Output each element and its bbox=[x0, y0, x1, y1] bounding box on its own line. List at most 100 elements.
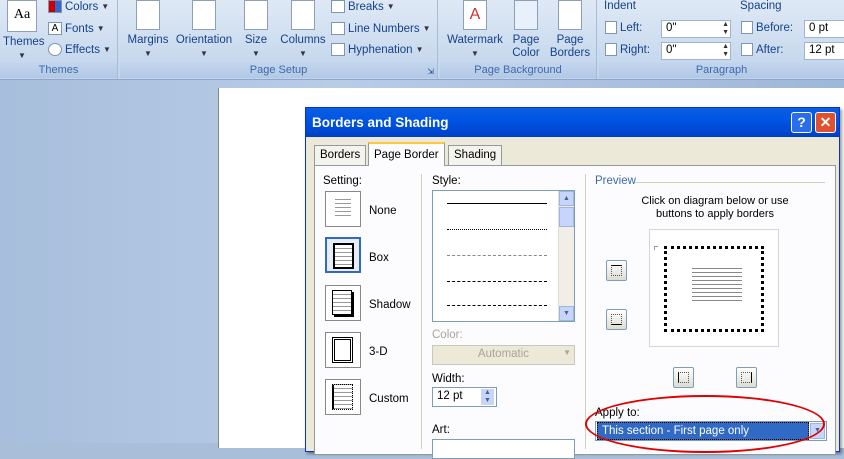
columns-button[interactable]: Columns ▼ bbox=[278, 0, 328, 60]
spacing-heading: Spacing bbox=[740, 0, 782, 12]
watermark-label: Watermark bbox=[447, 34, 503, 46]
indent-left-label: Left: bbox=[605, 21, 642, 34]
divider bbox=[585, 174, 586, 449]
scroll-up-icon[interactable]: ▲ bbox=[559, 191, 574, 206]
preview-text-lines bbox=[692, 268, 742, 302]
page-borders-button[interactable]: Page Borders bbox=[548, 0, 592, 60]
indent-left-input[interactable]: 0" ▲ ▼ bbox=[661, 20, 731, 38]
margins-button[interactable]: Margins ▼ bbox=[125, 0, 171, 60]
right-border-icon bbox=[741, 372, 752, 383]
setting-none[interactable]: None bbox=[369, 205, 397, 217]
right-border-button[interactable] bbox=[736, 367, 757, 388]
orientation-button[interactable]: Orientation ▼ bbox=[172, 0, 236, 60]
chevron-down-icon: ▼ bbox=[18, 51, 26, 60]
dialog-launcher-icon[interactable]: ⇲ bbox=[427, 67, 434, 76]
art-select[interactable] bbox=[432, 439, 575, 459]
effects-button[interactable]: Effects ▼ bbox=[48, 43, 111, 56]
paint-bucket-icon bbox=[514, 0, 538, 30]
dialog-title-bar[interactable]: Borders and Shading ? ✕ bbox=[306, 108, 839, 137]
spinner-icon[interactable]: ▲ ▼ bbox=[722, 43, 729, 59]
indent-left-icon bbox=[605, 21, 617, 34]
setting-custom-icon[interactable] bbox=[325, 379, 361, 415]
colors-button[interactable]: Colors ▼ bbox=[48, 0, 109, 13]
setting-shadow[interactable]: Shadow bbox=[369, 299, 411, 311]
indent-right-input[interactable]: 0" ▲ ▼ bbox=[661, 42, 731, 60]
tab-borders[interactable]: Borders bbox=[314, 145, 367, 165]
scrollbar[interactable]: ▲ ▼ bbox=[558, 191, 574, 321]
hyphenation-label: Hyphenation bbox=[348, 43, 413, 56]
breaks-button[interactable]: Breaks ▼ bbox=[331, 0, 395, 13]
color-select: Automatic ▼ bbox=[432, 345, 575, 365]
fonts-label: Fonts bbox=[65, 22, 94, 35]
watermark-button[interactable]: A Watermark ▼ bbox=[444, 0, 506, 60]
help-button[interactable]: ? bbox=[791, 112, 812, 133]
style-solid[interactable] bbox=[447, 203, 547, 204]
page-borders-icon bbox=[558, 0, 582, 30]
close-button[interactable]: ✕ bbox=[815, 112, 836, 133]
themes-group-label: Themes bbox=[0, 63, 117, 78]
tab-page-border[interactable]: Page Border bbox=[368, 142, 445, 166]
style-small-dash[interactable] bbox=[447, 255, 547, 256]
watermark-icon: A bbox=[463, 0, 487, 30]
top-border-icon bbox=[611, 265, 622, 276]
orientation-label: Orientation bbox=[175, 34, 233, 46]
setting-3d-icon[interactable] bbox=[325, 332, 361, 368]
highlight-circle bbox=[585, 395, 825, 453]
line-numbers-icon bbox=[331, 22, 345, 35]
breaks-icon bbox=[331, 0, 345, 13]
style-list[interactable]: ▲ ▼ bbox=[432, 190, 575, 322]
spacing-before-input[interactable]: 0 pt bbox=[804, 20, 844, 38]
style-long-dash[interactable] bbox=[447, 305, 547, 306]
indent-right-icon bbox=[605, 43, 617, 56]
size-label: Size bbox=[244, 34, 268, 46]
left-border-button[interactable] bbox=[673, 367, 694, 388]
page-setup-group: Margins ▼ Orientation ▼ Size ▼ Columns ▼… bbox=[120, 0, 438, 79]
spacing-after-label: After: bbox=[741, 43, 783, 56]
style-dash[interactable] bbox=[447, 281, 547, 282]
indent-right-label: Right: bbox=[605, 43, 650, 56]
line-numbers-button[interactable]: Line Numbers ▼ bbox=[331, 22, 431, 35]
columns-label: Columns bbox=[280, 34, 326, 46]
paragraph-group: Indent Left: 0" ▲ ▼ Right: 0" ▲ ▼ Spacing … bbox=[599, 0, 844, 79]
colors-label: Colors bbox=[65, 0, 99, 13]
themes-button[interactable]: Aa Themes ▼ bbox=[3, 0, 45, 62]
ribbon: Aa Themes ▼ Colors ▼ A Fonts ▼ Effects ▼ Th… bbox=[0, 0, 844, 80]
tab-shading[interactable]: Shading bbox=[448, 145, 503, 165]
hyphenation-button[interactable]: Hyphenation ▼ bbox=[331, 43, 424, 56]
style-label: Style: bbox=[432, 175, 461, 187]
bottom-border-button[interactable] bbox=[606, 309, 627, 330]
colors-icon bbox=[48, 0, 62, 13]
fonts-icon: A bbox=[48, 22, 62, 35]
page-background-group: A Watermark ▼ Page Color ▼ Page Borders … bbox=[440, 0, 597, 79]
preview-label: Preview bbox=[595, 175, 636, 187]
setting-shadow-icon[interactable] bbox=[325, 285, 361, 321]
setting-none-icon[interactable] bbox=[325, 191, 361, 227]
size-button[interactable]: Size ▼ bbox=[241, 0, 271, 60]
style-dotted[interactable] bbox=[447, 229, 547, 230]
fonts-button[interactable]: A Fonts ▼ bbox=[48, 22, 105, 35]
close-icon: ✕ bbox=[819, 114, 832, 130]
scroll-down-icon[interactable]: ▼ bbox=[559, 306, 574, 321]
art-label: Art: bbox=[432, 424, 450, 436]
setting-custom[interactable]: Custom bbox=[369, 393, 409, 405]
spinner-icon[interactable]: ▲ ▼ bbox=[722, 21, 729, 37]
setting-box[interactable]: Box bbox=[369, 252, 389, 264]
effects-label: Effects bbox=[65, 43, 100, 56]
spacing-before-label: Before: bbox=[741, 21, 793, 34]
spinner-icon[interactable]: ▲ ▼ bbox=[481, 389, 494, 405]
size-icon bbox=[244, 0, 268, 30]
hyphenation-icon bbox=[331, 43, 345, 56]
setting-box-icon[interactable] bbox=[325, 237, 361, 273]
width-select[interactable]: 12 pt ▲ ▼ bbox=[432, 387, 497, 407]
spacing-after-input[interactable]: 12 pt bbox=[804, 42, 844, 60]
top-border-button[interactable] bbox=[606, 260, 627, 281]
scroll-thumb[interactable] bbox=[559, 207, 574, 227]
chevron-down-icon: ▼ bbox=[563, 348, 571, 357]
page-background-group-label: Page Background bbox=[440, 63, 596, 78]
margins-icon bbox=[136, 0, 160, 30]
themes-label: Themes bbox=[3, 36, 45, 48]
preview-hint: Click on diagram below or use buttons to… bbox=[641, 195, 789, 220]
preview-diagram[interactable] bbox=[649, 229, 779, 347]
setting-3d[interactable]: 3-D bbox=[369, 346, 388, 358]
themes-group: Aa Themes ▼ Colors ▼ A Fonts ▼ Effects ▼ Th… bbox=[0, 0, 118, 79]
